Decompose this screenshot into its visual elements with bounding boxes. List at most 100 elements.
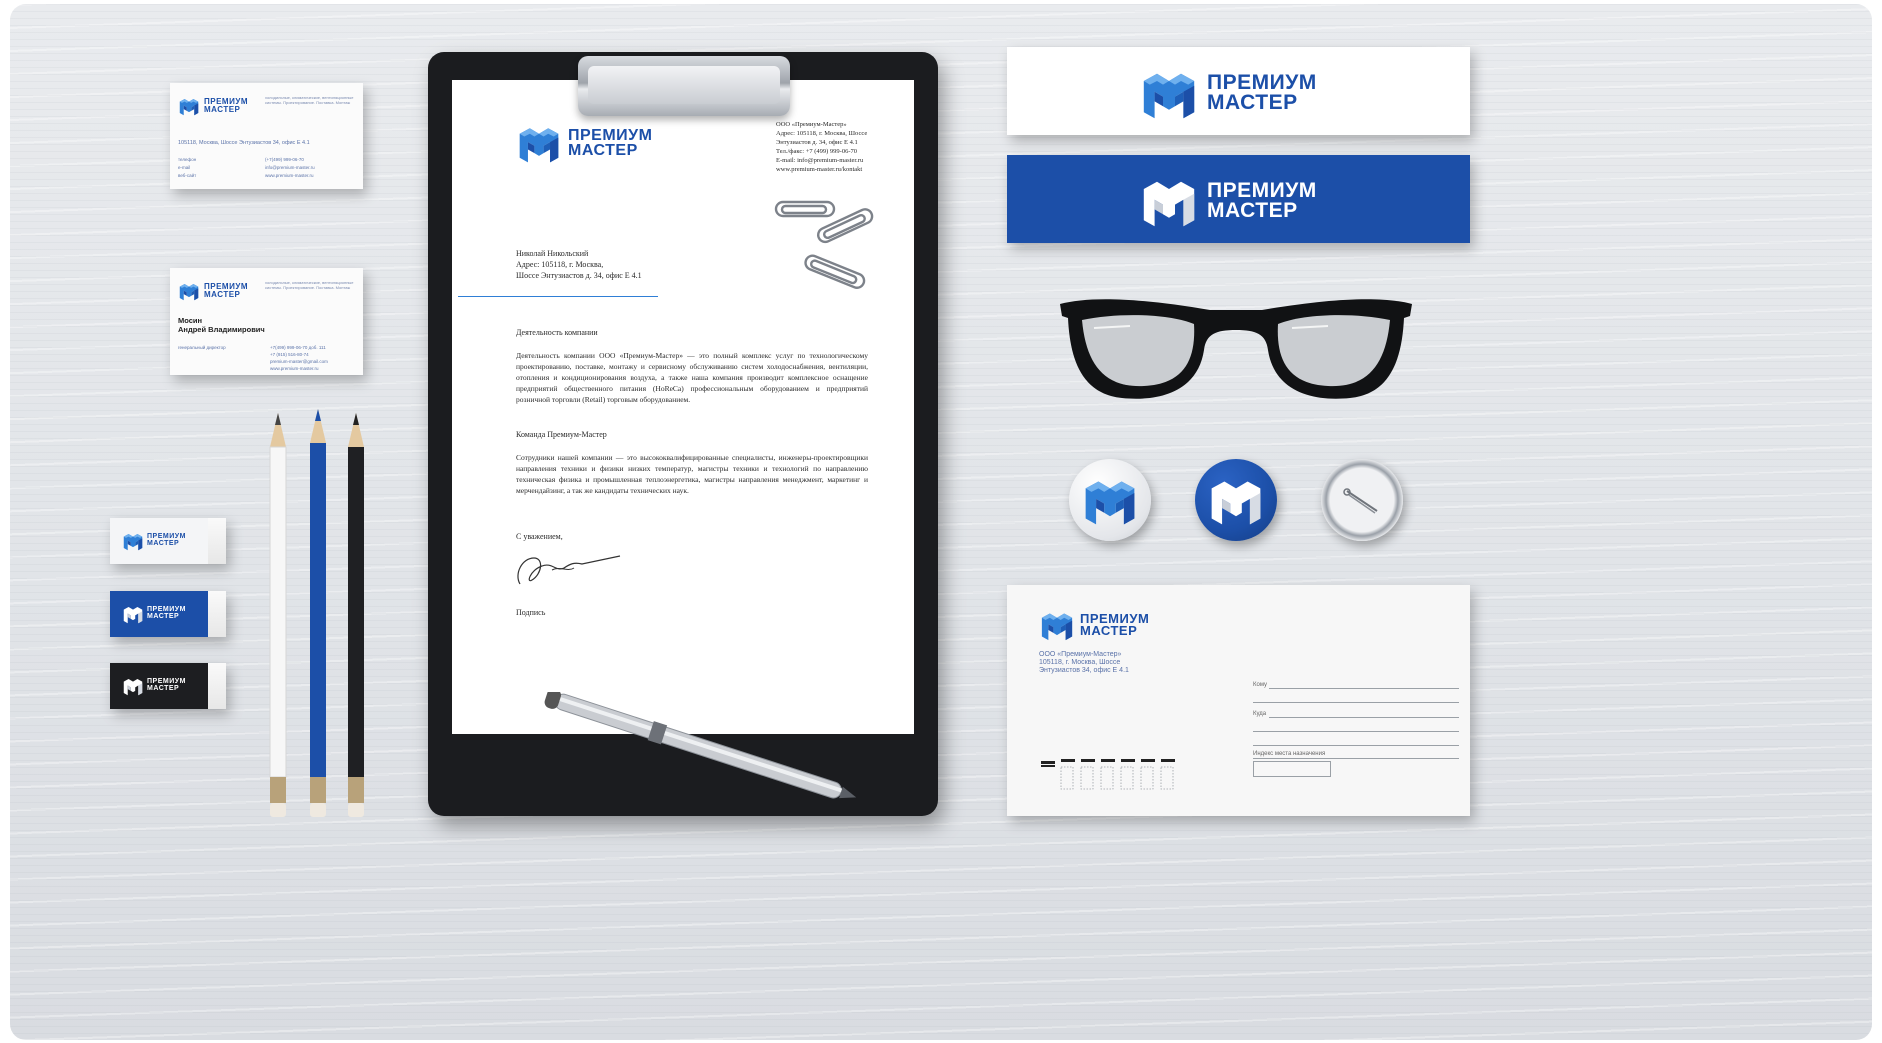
- envelope: ПРЕМИУМ МАСТЕР ООО «Премиум-Мастер» 1051…: [1007, 585, 1470, 816]
- badge-blue: [1195, 459, 1277, 541]
- envelope-to-line: [1269, 688, 1459, 689]
- card-phone: (+7(499) 999-06-70: [265, 157, 304, 162]
- card-web-label: веб-сайт: [178, 173, 197, 178]
- recipient-divider: [458, 296, 658, 297]
- badge-white: [1069, 459, 1151, 541]
- business-card-logo: ПРЕМИУМ МАСТЕР: [178, 280, 248, 302]
- envelope-where-line-2: [1253, 731, 1459, 732]
- business-card-person: ПРЕМИУМ МАСТЕР холодильные, климатически…: [170, 268, 363, 375]
- eraser-white: ПРЕМИУМ МАСТЕР: [110, 518, 226, 564]
- pencil-blue: [310, 409, 326, 817]
- envelope-index-label: Индекс места назначения: [1253, 751, 1326, 757]
- logo-line-1: ПРЕМИУМ: [1207, 71, 1317, 95]
- pencils: [269, 409, 364, 817]
- card-web: www.premium-master.ru: [265, 173, 314, 178]
- logo-line-2: МАСТЕР: [147, 540, 180, 547]
- business-card-contacts: ПРЕМИУМ МАСТЕР холодильные, климатически…: [170, 83, 363, 189]
- company-info: ООО «Премиум-Мастер» Адрес: 105118, г. М…: [776, 120, 867, 174]
- paper-clips: [774, 200, 874, 289]
- logo-line-2: МАСТЕР: [147, 613, 180, 620]
- card-position: генеральный директор: [178, 345, 226, 350]
- logo-line-2: МАСТЕР: [204, 290, 241, 299]
- recipient-line: Шоссе Энтузиастов д. 34, офис Е 4.1: [516, 271, 642, 280]
- envelope-index-line: [1253, 758, 1459, 759]
- eyeglasses: [1060, 299, 1412, 399]
- letterhead-paper: ПРЕМИУМ МАСТЕР ООО «Премиум-Мастер» Адре…: [452, 80, 914, 734]
- pen: [544, 692, 857, 799]
- logo-line-1: ПРЕМИУМ: [1207, 179, 1317, 203]
- eraser-blue: ПРЕМИУМ МАСТЕР: [110, 591, 226, 637]
- card-email: info@premium-master.ru: [265, 165, 315, 170]
- sender-line: Энтузиастов 34, офис Е 4.1: [1039, 667, 1129, 674]
- banner-blue: ПРЕМИУМ МАСТЕР: [1007, 155, 1470, 243]
- sender-line: ООО «Премиум-Мастер»: [1039, 651, 1122, 658]
- recipient-block: Николай Никольский Адрес: 105118, г. Мос…: [516, 248, 642, 281]
- signature-scribble: [517, 555, 621, 585]
- section-title-activity: Деятельность компании: [516, 328, 598, 337]
- logo-line-2: МАСТЕР: [204, 105, 241, 114]
- logo-line-2: МАСТЕР: [147, 685, 180, 692]
- card-person-name: Андрей Владимирович: [178, 325, 265, 334]
- envelope-where-line-3: [1253, 745, 1459, 746]
- card-phone-1: +7(499) 999-06-70 доб. 111: [270, 345, 326, 350]
- brand-mark-icon: [178, 280, 200, 302]
- card-address: 105118, Москва, Шоссе Энтузиастов 34, оф…: [178, 140, 310, 146]
- brand-mark-icon: [122, 603, 144, 625]
- sender-line: 105118, г. Москва, Шоссе: [1039, 659, 1121, 666]
- signature-label: Подпись: [516, 608, 546, 617]
- envelope-to-line-2: [1253, 702, 1459, 703]
- envelope-index-box: [1253, 761, 1331, 777]
- envelope-where-label: Куда: [1253, 711, 1267, 717]
- company-info-line: ООО «Премиум-Мастер»: [776, 121, 847, 128]
- banner-white-logo: ПРЕМИУМ МАСТЕР: [1139, 63, 1317, 123]
- envelope-to-label: Кому: [1253, 682, 1268, 688]
- brand-mark-icon: [1139, 63, 1199, 123]
- eraser-black: ПРЕМИУМ МАСТЕР: [110, 663, 226, 709]
- eraser-logo: ПРЕМИУМ МАСТЕР: [122, 530, 186, 552]
- envelope-logo: ПРЕМИУМ МАСТЕР: [1039, 607, 1149, 643]
- eraser-logo: ПРЕМИУМ МАСТЕР: [122, 603, 186, 625]
- banner-blue-logo: ПРЕМИУМ МАСТЕР: [1139, 171, 1317, 231]
- card-email-label: e-mail: [178, 165, 191, 170]
- card-phone-2: +7 (915) 516-80-74: [270, 352, 309, 357]
- postal-code-grid: [1041, 759, 1175, 790]
- card-web: www.premium-master.ru: [270, 366, 319, 371]
- section-body-activity: Деятельность компании ООО «Премиум-Масте…: [516, 351, 868, 404]
- eraser-logo: ПРЕМИУМ МАСТЕР: [122, 675, 186, 697]
- brand-mark-icon: [1207, 471, 1265, 529]
- logo-line-2: МАСТЕР: [1207, 91, 1298, 114]
- brand-mark-icon: [122, 675, 144, 697]
- badge-back: [1321, 459, 1403, 541]
- card-phone-label: телефон: [178, 157, 197, 162]
- envelope-where-line: [1269, 717, 1459, 718]
- brand-mark-icon: [1139, 171, 1199, 231]
- logo-line-2: МАСТЕР: [568, 142, 638, 159]
- letterhead-logo: ПРЕМИУМ МАСТЕР: [516, 120, 652, 166]
- logo-line-1: ПРЕМИУМ: [568, 126, 653, 144]
- pencil-white: [269, 413, 287, 817]
- company-info-line: Энтузиастов д. 34, офис Е 4.1: [776, 139, 858, 146]
- banner-white: ПРЕМИУМ МАСТЕР: [1007, 47, 1470, 135]
- recipient-line: Адрес: 105118, г. Москва,: [516, 260, 604, 269]
- desk-background: ПРЕМИУМ МАСТЕР холодильные, климатически…: [10, 4, 1872, 1040]
- card-tagline: холодильные, климатические, вентиляционн…: [265, 95, 354, 105]
- clipboard: ПРЕМИУМ МАСТЕР ООО «Премиум-Мастер» Адре…: [428, 52, 938, 816]
- company-info-line: E-mail: info@premium-master.ru: [776, 157, 864, 164]
- brand-mark-icon: [178, 95, 200, 117]
- company-info-line: www.premium-master.ru/kontakt: [776, 166, 863, 173]
- clipboard-clip: [578, 56, 790, 116]
- logo-line-2: МАСТЕР: [1207, 199, 1298, 222]
- card-email: premium-master@gmail.com: [270, 359, 328, 364]
- card-surname: Мосин: [178, 316, 203, 325]
- brand-mark-icon: [122, 530, 144, 552]
- company-info-line: Тел./факс: +7 (499) 999-06-70: [776, 148, 858, 155]
- section-body-team: Сотрудники нашей компании — это высококв…: [516, 453, 868, 495]
- closing-text: С уважением,: [516, 532, 563, 541]
- brand-mark-icon: [1081, 471, 1139, 529]
- business-card-logo: ПРЕМИУМ МАСТЕР: [178, 95, 248, 117]
- section-title-team: Команда Премиум-Мастер: [516, 430, 607, 439]
- pencil-black: [348, 413, 364, 817]
- recipient-line: Николай Никольский: [516, 249, 589, 258]
- envelope-sender: ООО «Премиум-Мастер» 105118, г. Москва, …: [1039, 651, 1129, 675]
- safety-pin-icon: [1343, 488, 1378, 514]
